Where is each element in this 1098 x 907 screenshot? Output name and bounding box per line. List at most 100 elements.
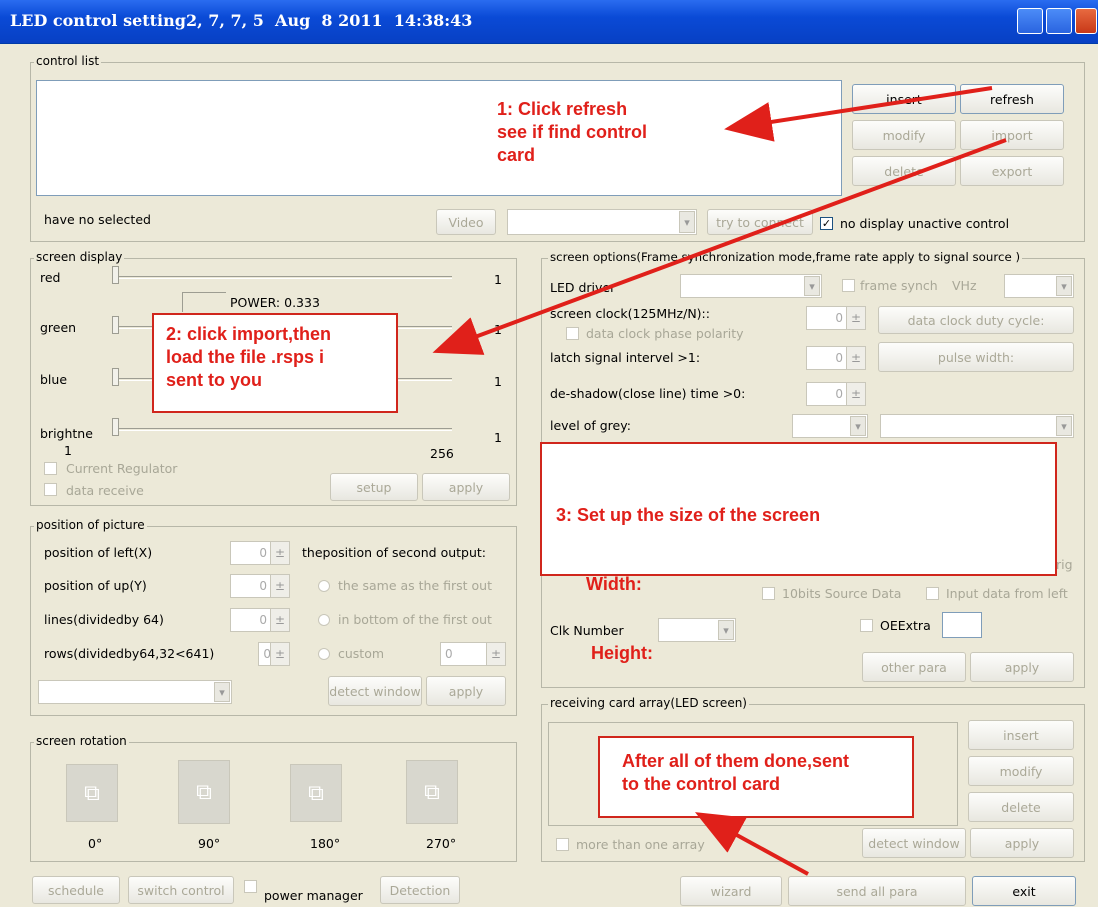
blue-value: 1	[494, 374, 502, 389]
brightness-slider-thumb[interactable]	[112, 418, 119, 436]
selection-status: have no selected	[44, 212, 151, 227]
rows-label: rows(dividedby64,32<641)	[44, 646, 215, 661]
video-button[interactable]: Video	[436, 209, 496, 235]
annotation-screen-size: 3: Set up the size of the screen Width: …	[540, 442, 1057, 663]
angle-270: 270°	[426, 836, 457, 851]
led-driver-label: LED driver	[550, 280, 616, 295]
exit-button[interactable]: exit	[972, 876, 1076, 906]
green-slider-thumb[interactable]	[112, 316, 119, 334]
receiving-insert-button[interactable]: insert	[968, 720, 1074, 750]
more-than-one-label: more than one array	[576, 837, 705, 852]
brightness-label: brightne	[40, 426, 93, 441]
up-y-input[interactable]: 0	[230, 574, 290, 598]
latch-label: latch signal intervel >1:	[550, 350, 701, 365]
rows-input[interactable]: 0	[258, 642, 290, 666]
modify-button[interactable]: modify	[852, 120, 956, 150]
vhz-label: VHz	[952, 278, 977, 293]
send-all-para-button[interactable]: send all para	[788, 876, 966, 906]
left-x-input[interactable]: 0	[230, 541, 290, 565]
screen-clock-label: screen clock(125MHz/N)::	[550, 306, 710, 321]
control-list-box[interactable]	[36, 80, 842, 196]
frame-synch-label: frame synch	[860, 278, 938, 293]
position-select[interactable]	[38, 680, 232, 704]
angle-180: 180°	[310, 836, 341, 851]
screen-display-label: screen display	[34, 250, 125, 264]
annotation-refresh: 1: Click refresh see if find control car…	[497, 99, 648, 165]
green-label: green	[40, 320, 77, 335]
screen-options-label: screen options(Frame synchronization mod…	[548, 250, 1023, 264]
level-grey-mode-select[interactable]	[880, 414, 1074, 438]
power-manager-checkbox[interactable]	[244, 880, 257, 893]
data-clock-duty-button[interactable]: data clock duty cycle:	[878, 306, 1074, 334]
position-label: position of picture	[34, 518, 147, 532]
blue-label: blue	[40, 372, 68, 387]
current-regulator-checkbox[interactable]	[44, 462, 57, 475]
position-detect-window-button[interactable]: detect window	[328, 676, 422, 706]
rotate-90-icon[interactable]: ⧉	[178, 760, 230, 824]
level-grey-label: level of grey:	[550, 418, 631, 433]
position-apply-button[interactable]: apply	[426, 676, 506, 706]
frame-synch-checkbox[interactable]	[842, 279, 855, 292]
export-button[interactable]: export	[960, 156, 1064, 186]
rotate-180-icon[interactable]: ⧉	[290, 764, 342, 822]
screen-clock-input[interactable]: 0	[806, 306, 866, 330]
latch-input[interactable]: 0	[806, 346, 866, 370]
receiving-detect-window-button[interactable]: detect window	[862, 828, 966, 858]
minimize-icon[interactable]	[1017, 8, 1043, 34]
vhz-select[interactable]	[1004, 274, 1074, 298]
setup-button[interactable]: setup	[330, 473, 418, 501]
close-icon[interactable]	[1075, 8, 1097, 34]
same-as-first-radio[interactable]	[318, 580, 330, 592]
custom-input[interactable]: 0	[440, 642, 506, 666]
receiving-delete-button[interactable]: delete	[968, 792, 1074, 822]
maximize-icon[interactable]	[1046, 8, 1072, 34]
more-than-one-checkbox[interactable]	[556, 838, 569, 851]
power-marker	[182, 292, 226, 312]
schedule-button[interactable]: schedule	[32, 876, 120, 904]
custom-radio[interactable]	[318, 648, 330, 660]
rotate-0-icon[interactable]: ⧉	[66, 764, 118, 822]
refresh-button[interactable]: refresh	[960, 84, 1064, 114]
bottom-of-first-radio[interactable]	[318, 614, 330, 626]
scale-min: 1	[64, 443, 72, 458]
annotation-send: After all of them done,sent to the contr…	[598, 736, 914, 818]
delete-button[interactable]: delete	[852, 156, 956, 186]
red-slider-thumb[interactable]	[112, 266, 119, 284]
wizard-button[interactable]: wizard	[680, 876, 782, 906]
data-receive-checkbox[interactable]	[44, 483, 57, 496]
switch-control-button[interactable]: switch control	[128, 876, 234, 904]
orig-label: rig	[1056, 557, 1073, 572]
red-value: 1	[494, 272, 502, 287]
screen-display-apply-button[interactable]: apply	[422, 473, 510, 501]
blue-slider-thumb[interactable]	[112, 368, 119, 386]
receiving-modify-button[interactable]: modify	[968, 756, 1074, 786]
control-list-label: control list	[34, 54, 102, 68]
insert-button[interactable]: insert	[852, 84, 956, 114]
led-driver-select[interactable]	[680, 274, 822, 298]
try-connect-button[interactable]: try to connect	[707, 209, 813, 235]
no-display-unactive-checkbox[interactable]: ✓	[820, 217, 833, 230]
scale-max: 256	[430, 446, 454, 461]
deshadow-input[interactable]: 0	[806, 382, 866, 406]
level-grey-select[interactable]	[792, 414, 868, 438]
current-regulator-label: Current Regulator	[66, 461, 178, 476]
brightness-slider-track[interactable]	[112, 428, 452, 431]
data-clock-phase-checkbox[interactable]	[566, 327, 579, 340]
power-manager-label: power manager	[264, 888, 363, 903]
lines-input[interactable]: 0	[230, 608, 290, 632]
annotation-import: 2: click import,then load the file .rsps…	[152, 313, 398, 413]
import-button[interactable]: import	[960, 120, 1064, 150]
video-select[interactable]	[507, 209, 697, 235]
detection-button[interactable]: Detection	[380, 876, 460, 904]
window-title: LED control setting2, 7, 7, 5 Aug 8 2011…	[10, 11, 473, 30]
brightness-value: 1	[494, 430, 502, 445]
receiving-apply-button[interactable]: apply	[970, 828, 1074, 858]
pulse-width-button[interactable]: pulse width:	[878, 342, 1074, 372]
deshadow-label: de-shadow(close line) time >0:	[550, 386, 746, 401]
red-slider-track[interactable]	[112, 276, 452, 279]
angle-90: 90°	[198, 836, 221, 851]
no-display-unactive-label: no display unactive control	[840, 216, 1010, 231]
angle-0: 0°	[88, 836, 103, 851]
up-y-label: position of up(Y)	[44, 578, 147, 593]
rotate-270-icon[interactable]: ⧉	[406, 760, 458, 824]
